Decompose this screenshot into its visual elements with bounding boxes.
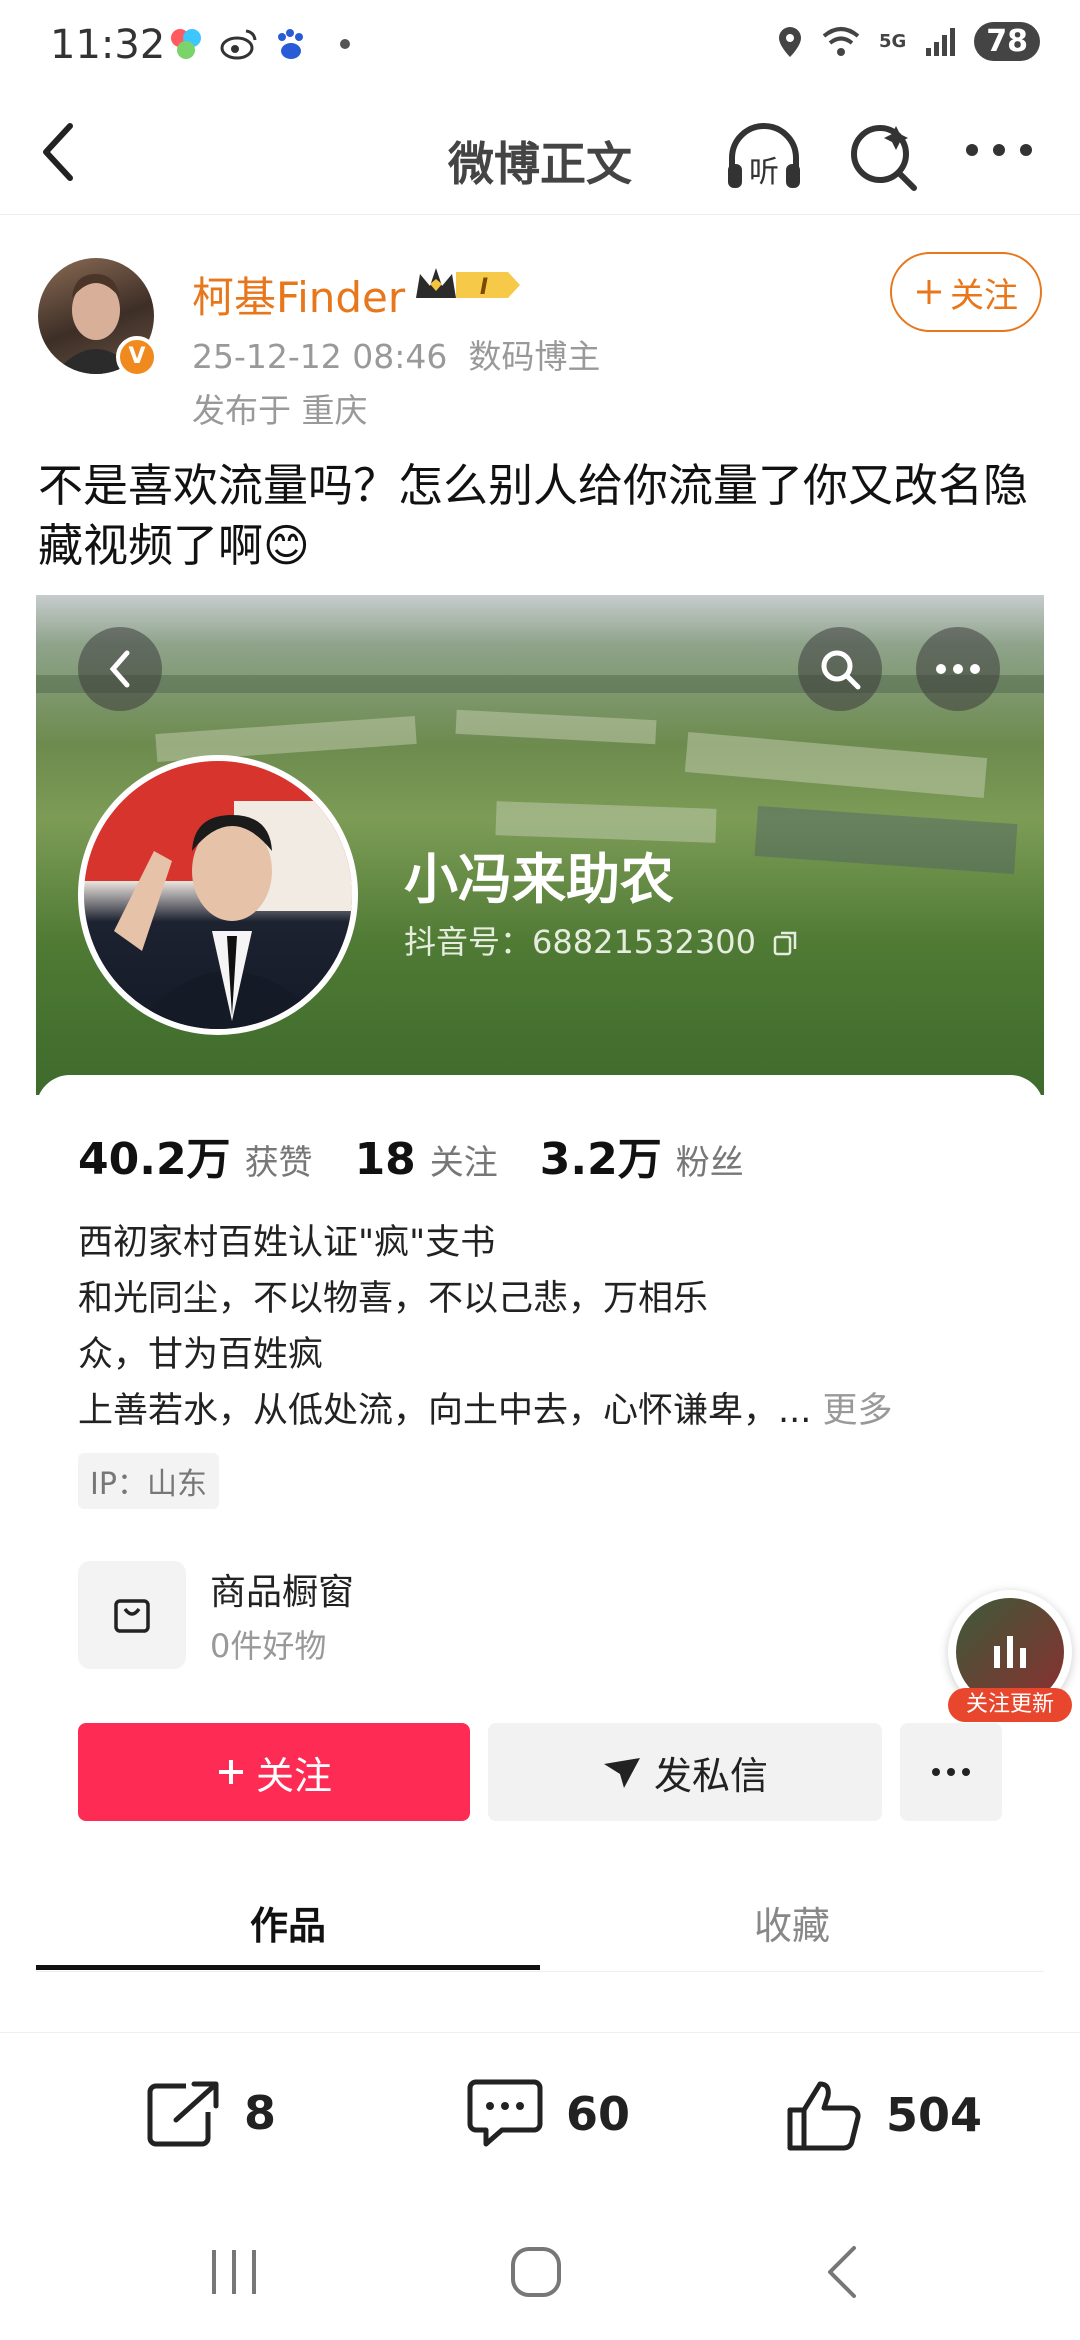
more-notifications-dot [340,39,350,49]
followers-count[interactable]: 3.2万 [540,1123,662,1187]
username[interactable]: 柯基Finder [192,264,405,325]
comment-count: 60 [566,2087,631,2141]
user-category: 数码博主 [468,337,601,376]
bio-more-link[interactable]: 更多 [823,1391,893,1431]
follow-button[interactable]: 关注 [890,252,1042,332]
back-nav-icon[interactable] [822,2244,862,2300]
headphones-icon: 听 [728,123,800,190]
profile-more-button[interactable] [916,627,1000,711]
douyin-id: 抖音号：68821532300 [404,917,800,963]
tab-divider [36,1971,1044,1972]
baidu-icon [278,29,303,59]
member-level-badge: I [412,262,526,312]
following-count[interactable]: 18 [355,1134,416,1185]
wifi-icon [822,26,860,56]
chevron-left-icon [109,650,130,688]
profile-more-actions-button[interactable] [900,1723,1002,1821]
system-indicators: 5G 78 [777,22,1040,61]
tab-favorites[interactable]: 收藏 [540,1895,1044,1950]
app-icon [171,29,201,59]
search-icon[interactable] [846,118,922,194]
signal-icon [926,27,956,56]
verified-badge-icon: V [116,336,158,378]
repost-button[interactable]: 8 [146,2078,276,2148]
post-image[interactable]: 小冯来助农 抖音号：68821532300 40.2万 获赞 18 关注 3.2万粉… [36,595,1044,2045]
followers-label: 粉丝 [675,1143,744,1183]
weibo-icon [220,29,257,60]
likes-label: 获赞 [244,1143,313,1183]
search-icon [821,650,861,690]
share-icon [147,2081,219,2147]
bio-line: 和光同尘，不以物喜，不以己悲，万相乐众，甘为百姓疯 [78,1279,709,1375]
profile-stats: 40.2万 获赞 18 关注 3.2万 粉丝 [78,1123,772,1187]
comment-button[interactable]: 60 [466,2078,630,2150]
tab-works[interactable]: 作品 [36,1895,540,1950]
post-location: 发布于 重庆 [192,391,368,430]
copy-icon[interactable] [772,929,800,957]
repost-count: 8 [244,2086,277,2140]
bio-line: 西初家村百姓认证"疯"支书 [78,1223,496,1263]
more-options-icon [932,1768,970,1776]
profile-name: 小冯来助农 [404,848,674,911]
bio-line: 上善若水，从低处流，向土中去，心怀谦卑，... [78,1391,812,1431]
ip-location-tag: IP：山东 [78,1453,219,1509]
bio-line-truncated: 上善若水，从低处流，向土中去，心怀谦卑，... 更多 [78,1383,1028,1439]
plus-icon [218,1760,243,1784]
likes-count: 40.2万 [78,1134,231,1185]
notification-icons [168,26,350,62]
comment-icon [467,2079,543,2147]
post-text: 不是喜欢流量吗？怎么别人给你流量了你又改名隐藏视频了啊😊 [38,459,1029,572]
profile-avatar[interactable] [78,755,358,1035]
post-meta: 25-12-12 08:46 数码博主 [192,330,600,378]
like-count: 504 [886,2088,983,2142]
post-timestamp: 25-12-12 08:46 [192,337,448,376]
profile-search-button[interactable] [798,627,882,711]
member-level: I [480,275,488,300]
avatar-portrait [84,761,352,1029]
profile-follow-button[interactable]: 关注 [78,1723,470,1821]
status-bar: 11:32 5G 78 [0,0,1080,100]
shop-window-button[interactable] [78,1561,186,1669]
paper-plane-icon [603,1758,640,1788]
plus-icon [917,280,941,304]
shopping-bag-icon [114,1599,150,1633]
send-message-button[interactable]: 发私信 [488,1723,882,1821]
douyin-id-text: 抖音号：68821532300 [404,923,756,961]
equalizer-icon [994,1636,1026,1668]
recent-apps-icon[interactable] [206,2246,262,2298]
shop-window-count: 0件好物 [210,1627,327,1665]
crown-icon: I [416,268,520,300]
follow-update-label: 关注更新 [948,1688,1072,1722]
send-message-label: 发私信 [653,1753,768,1798]
home-icon[interactable] [508,2244,564,2300]
status-time: 11:32 [50,22,166,68]
shop-window-title[interactable]: 商品橱窗 [210,1563,354,1615]
battery-indicator: 78 [974,22,1040,61]
following-label: 关注 [429,1143,498,1183]
more-options-icon[interactable] [964,140,1034,160]
profile-back-button[interactable] [78,627,162,711]
active-tab-indicator [36,1965,540,1970]
listen-label: 听 [749,155,779,190]
listen-button[interactable]: 听 [722,116,806,200]
like-button[interactable]: 504 [786,2078,982,2152]
actions-divider [0,2032,1080,2033]
follow-label: 关注 [950,275,1018,316]
back-icon[interactable] [36,120,80,184]
network-type: 5G [878,31,907,52]
more-options-icon [936,664,980,674]
profile-follow-label: 关注 [255,1753,332,1798]
location-icon [778,26,801,57]
system-navigation-bar [0,2240,1080,2340]
thumbs-up-icon [787,2081,861,2151]
